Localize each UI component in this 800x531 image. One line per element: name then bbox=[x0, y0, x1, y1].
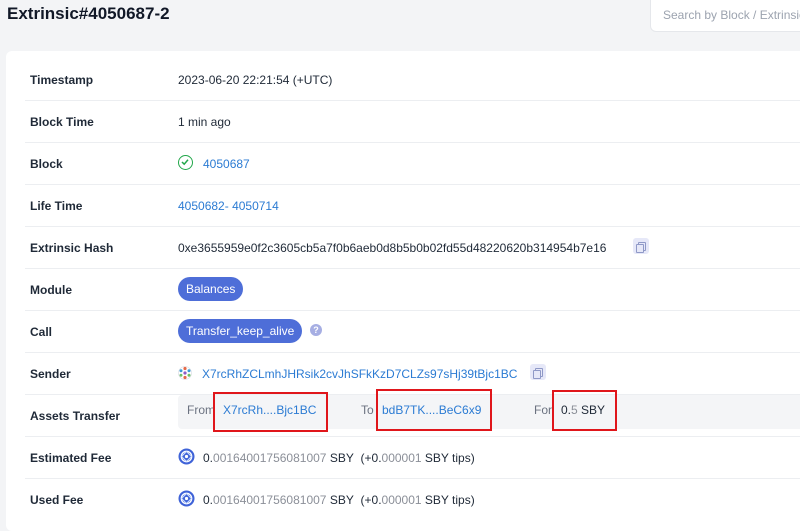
used-fee-label: Used Fee bbox=[30, 493, 84, 507]
row-estimated-fee: Estimated Fee 0.00164001756081007 SBY (+… bbox=[25, 437, 800, 479]
call-label: Call bbox=[30, 325, 53, 339]
check-circle-icon bbox=[178, 155, 193, 170]
shiden-token-icon bbox=[178, 448, 195, 465]
transfer-to-label: To bbox=[361, 403, 374, 417]
sender-label: Sender bbox=[30, 367, 71, 381]
assets-transfer-label: Assets Transfer bbox=[30, 409, 121, 423]
question-icon[interactable]: ? bbox=[310, 324, 322, 336]
life-time-end-link[interactable]: 4050714 bbox=[232, 199, 279, 213]
life-time-value: 4050682- 4050714 bbox=[178, 199, 279, 213]
from-highlight-box bbox=[213, 392, 328, 432]
block-time-value: 1 min ago bbox=[178, 115, 231, 129]
module-label: Module bbox=[30, 283, 72, 297]
row-timestamp: Timestamp 2023-06-20 22:21:54 (+UTC) bbox=[25, 59, 800, 101]
module-badge[interactable]: Balances bbox=[178, 277, 244, 301]
timestamp-value: 2023-06-20 22:21:54 (+UTC) bbox=[178, 73, 333, 87]
search-placeholder: Search by Block / Extrinsic bbox=[663, 8, 800, 22]
extrinsic-hash-value: 0xe3655959e0f2c3605cb5a7f0b6aeb0d8b5b0b0… bbox=[178, 241, 607, 255]
row-used-fee: Used Fee 0.00164001756081007 SBY (+0.000… bbox=[25, 479, 800, 521]
block-time-label: Block Time bbox=[30, 115, 94, 129]
row-module: Module Balances bbox=[25, 269, 800, 311]
transfer-for-label: For bbox=[534, 403, 552, 417]
used-fee-value: 0.00164001756081007 SBY (+0.000001 SBY t… bbox=[203, 493, 475, 507]
copy-sender-icon[interactable] bbox=[530, 364, 546, 380]
row-block-time: Block Time 1 min ago bbox=[25, 101, 800, 143]
life-time-start-link[interactable]: 4050682 bbox=[178, 199, 225, 213]
extrinsic-hash-label: Extrinsic Hash bbox=[30, 241, 114, 255]
page-title: Extrinsic#4050687-2 bbox=[7, 4, 170, 23]
row-call: Call Transfer_keep_alive ? bbox=[25, 311, 800, 353]
estimated-fee-value: 0.00164001756081007 SBY (+0.000001 SBY t… bbox=[203, 451, 475, 465]
life-time-separator: - bbox=[224, 199, 229, 213]
block-label: Block bbox=[30, 157, 63, 171]
transfer-from-label: From bbox=[187, 403, 215, 417]
amount-highlight-box bbox=[552, 390, 617, 431]
estimated-fee-label: Estimated Fee bbox=[30, 451, 112, 465]
identicon-icon bbox=[178, 366, 192, 380]
row-block: Block 4050687 bbox=[25, 143, 800, 185]
row-assets-transfer: Assets Transfer From X7rcRh....Bjc1BC To… bbox=[25, 389, 800, 437]
row-extrinsic-hash: Extrinsic Hash 0xe3655959e0f2c3605cb5a7f… bbox=[25, 227, 800, 269]
block-number-link[interactable]: 4050687 bbox=[203, 157, 250, 171]
call-badge[interactable]: Transfer_keep_alive bbox=[178, 319, 303, 343]
extrinsic-details-card: Timestamp 2023-06-20 22:21:54 (+UTC) Blo… bbox=[6, 51, 800, 531]
shiden-token-icon bbox=[178, 490, 195, 507]
timestamp-label: Timestamp bbox=[30, 73, 94, 87]
sender-address-link[interactable]: X7rcRhZCLmhJHRsik2cvJhSFkKzD7CLZs97sHj39… bbox=[202, 367, 517, 381]
row-life-time: Life Time 4050682- 4050714 bbox=[25, 185, 800, 227]
to-highlight-box bbox=[376, 389, 492, 431]
copy-hash-icon[interactable] bbox=[633, 238, 649, 254]
search-input[interactable]: Search by Block / Extrinsic bbox=[650, 0, 800, 32]
life-time-label: Life Time bbox=[30, 199, 83, 213]
